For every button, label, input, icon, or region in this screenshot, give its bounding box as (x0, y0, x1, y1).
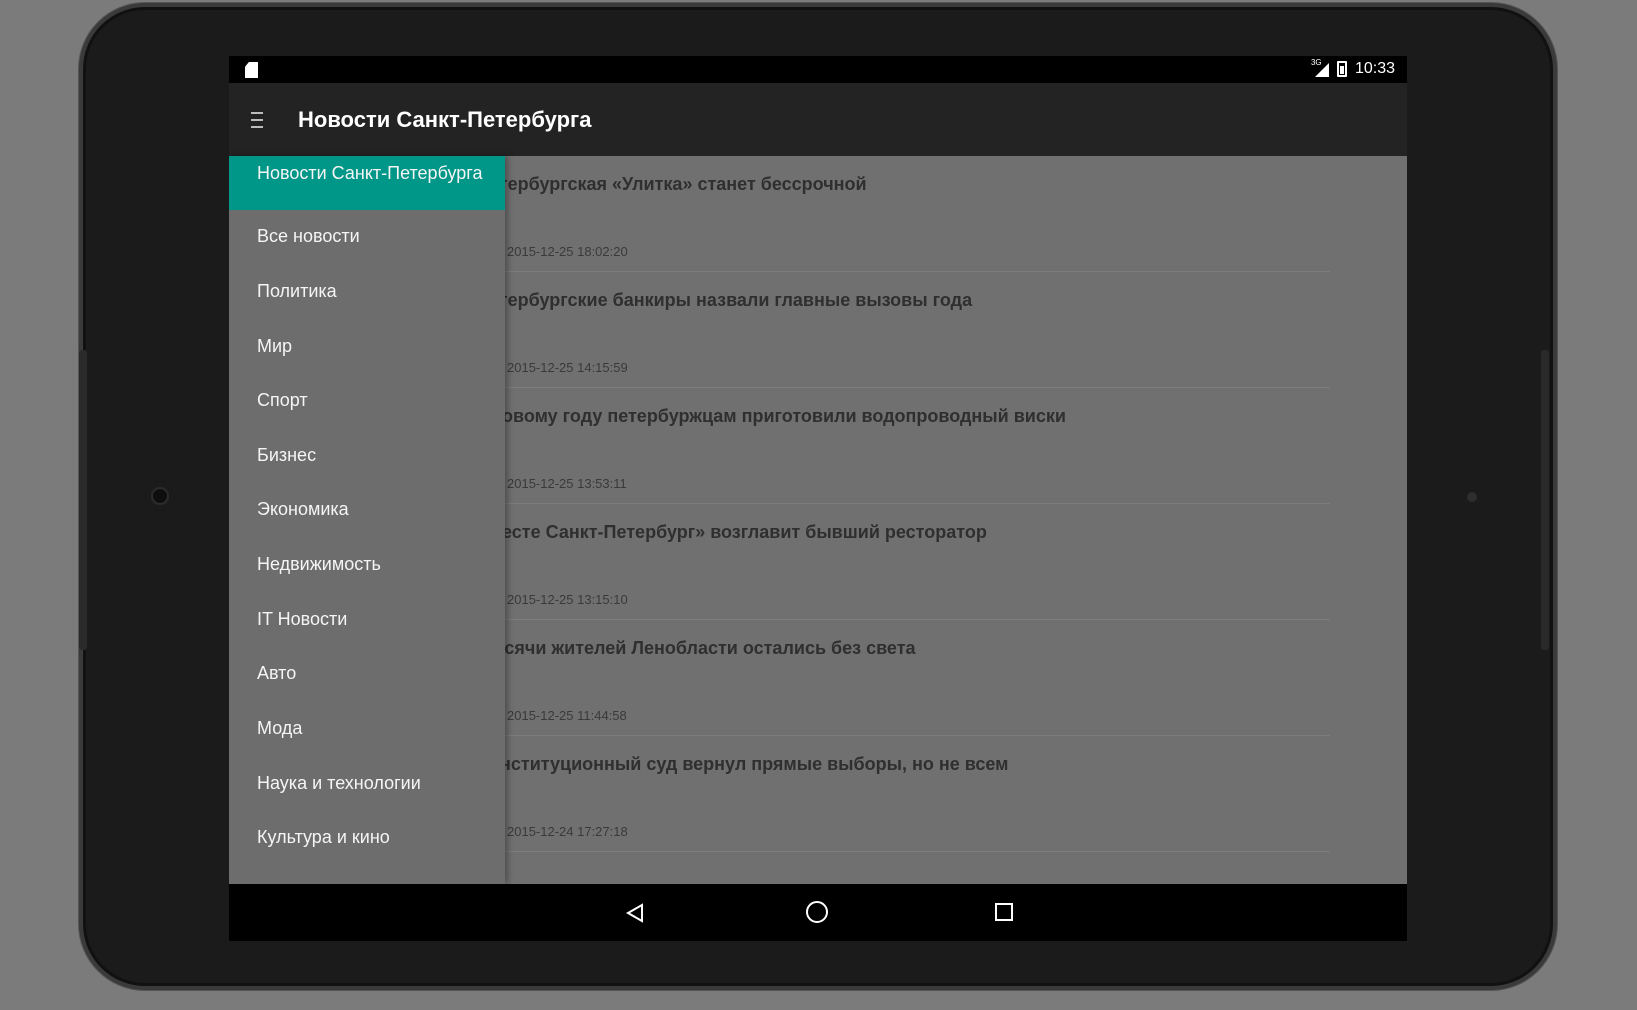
drawer-item-label: Наука и технологии (257, 773, 421, 793)
news-date: 2015-12-25 13:53:11 (507, 476, 627, 491)
news-title: етербургские банкиры назвали главные выз… (489, 290, 973, 310)
drawer-item-fashion[interactable]: Мода (229, 702, 505, 756)
news-title: онституционный суд вернул прямые выборы,… (489, 754, 1009, 774)
sd-card-icon (245, 62, 258, 78)
front-camera (151, 487, 169, 505)
hamburger-menu-icon[interactable] (251, 112, 263, 128)
drawer-item-label: Мир (257, 336, 293, 356)
drawer-item-label: Бизнес (257, 445, 317, 465)
drawer-item-science[interactable]: Наука и технологии (229, 757, 505, 811)
news-date: 2015-12-25 18:02:20 (507, 244, 628, 259)
battery-icon (1336, 61, 1347, 77)
side-button-right (1541, 350, 1549, 650)
status-icons: 3G 10:33 (1310, 58, 1395, 78)
news-date: 2015-12-25 14:15:59 (507, 360, 628, 375)
recent-apps-icon[interactable] (995, 903, 1013, 921)
news-date: 2015-12-25 13:15:10 (507, 592, 628, 607)
light-sensor (1467, 492, 1477, 502)
status-bar: 3G 10:33 (229, 56, 1407, 83)
screen: 3G 10:33 Новости Санкт-Петербурга етербу… (229, 56, 1407, 884)
side-button-left (79, 350, 87, 650)
drawer-item-label: IT Новости (257, 609, 348, 629)
drawer-item-politics[interactable]: Политика (229, 265, 505, 319)
news-date: 2015-12-25 11:44:58 (507, 708, 627, 723)
drawer-item-label: Культура и кино (257, 827, 390, 847)
news-date: 2015-12-24 17:27:18 (507, 824, 628, 839)
drawer-item-label: Экономика (257, 499, 349, 519)
drawer-item-business[interactable]: Бизнес (229, 429, 505, 483)
home-icon[interactable] (806, 901, 828, 923)
drawer-item-culture[interactable]: Культура и кино (229, 811, 505, 865)
drawer-item-label: Авто (257, 663, 297, 683)
drawer-item-label: Все новости (257, 226, 360, 246)
drawer-item-spb-news[interactable]: Новости Санкт-Петербурга (229, 156, 505, 210)
navigation-drawer: Новости Санкт-Петербурга Все новости Пол… (229, 156, 505, 884)
app-title: Новости Санкт-Петербурга (298, 107, 592, 132)
drawer-item-world[interactable]: Мир (229, 320, 505, 374)
drawer-item-auto[interactable]: Авто (229, 647, 505, 701)
drawer-item-sport[interactable]: Спорт (229, 374, 505, 428)
drawer-item-label: Мода (257, 718, 303, 738)
drawer-item-real-estate[interactable]: Недвижимость (229, 538, 505, 592)
drawer-item-label: Политика (257, 281, 337, 301)
news-title: етербургская «Улитка» станет бессрочной (489, 174, 867, 194)
drawer-item-label: Спорт (257, 390, 308, 410)
drawer-item-label: Недвижимость (257, 554, 381, 574)
drawer-item-economy[interactable]: Экономика (229, 483, 505, 537)
system-nav-bar (229, 884, 1407, 941)
status-clock: 10:33 (1354, 60, 1395, 77)
back-icon[interactable] (625, 903, 645, 923)
news-title: ысячи жителей Ленобласти остались без св… (489, 638, 916, 658)
drawer-item-all-news[interactable]: Все новости (229, 210, 505, 264)
network-type-label: 3G (1310, 58, 1322, 67)
drawer-item-label: Новости Санкт-Петербурга (257, 163, 483, 183)
signal-icon: 3G (1310, 58, 1329, 77)
app-bar: Новости Санкт-Петербурга (229, 83, 1407, 156)
news-title: Новому году петербуржцам приготовили вод… (489, 406, 1066, 426)
news-title: Несте Санкт-Петербург» возглавит бывший … (489, 522, 987, 542)
drawer-item-it-news[interactable]: IT Новости (229, 593, 505, 647)
